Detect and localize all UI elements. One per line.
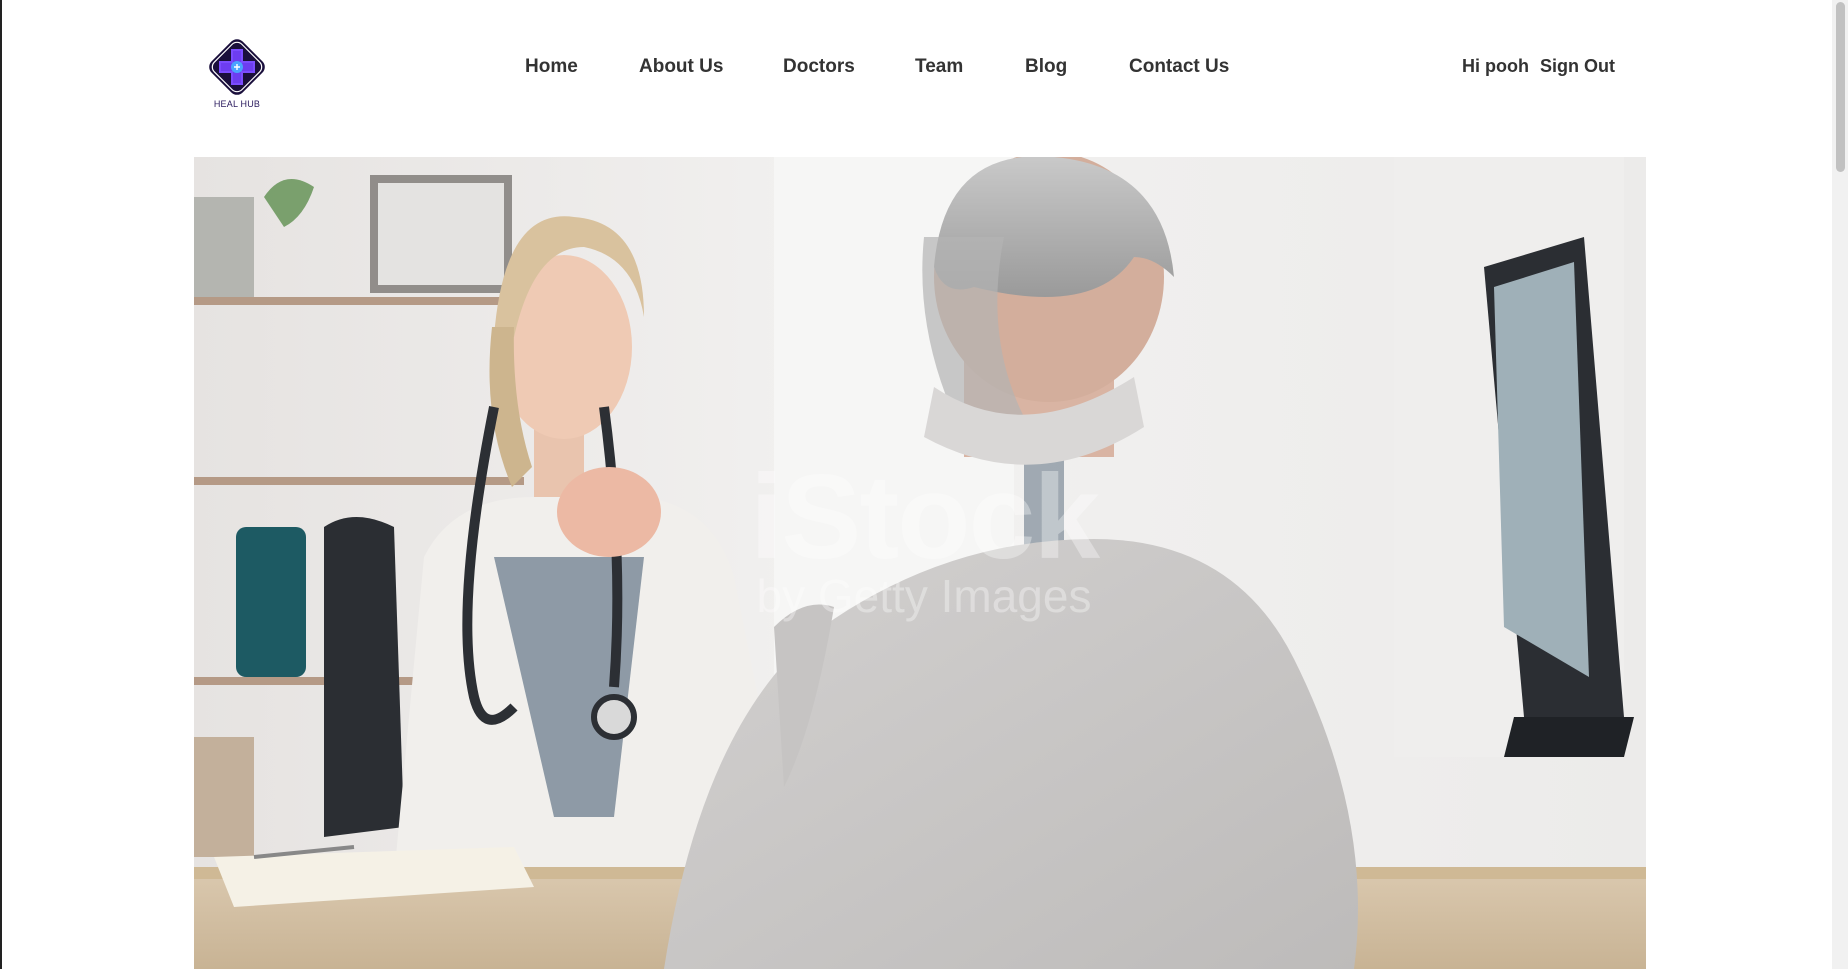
logo-mark-icon [209, 39, 265, 95]
nav-blog[interactable]: Blog [1025, 56, 1067, 78]
hero-illustration [194, 157, 1646, 969]
nav-team[interactable]: Team [915, 56, 963, 78]
hero-image: iStock by Getty Images [194, 157, 1646, 969]
heal-hub-logo[interactable]: HEAL HUB [203, 33, 271, 113]
logo-text: HEAL HUB [213, 99, 261, 109]
site-header: HEAL HUB Home About Us Doctors Team Blog… [2, 0, 1832, 157]
sign-out-link[interactable]: Sign Out [1540, 56, 1615, 77]
nav-doctors[interactable]: Doctors [783, 56, 855, 78]
page: HEAL HUB Home About Us Doctors Team Blog… [0, 0, 1848, 969]
scrollbar-thumb[interactable] [1836, 2, 1845, 172]
nav-home[interactable]: Home [525, 56, 578, 78]
user-greeting: Hi pooh [1462, 56, 1529, 76]
nav-contact-us[interactable]: Contact Us [1129, 56, 1229, 78]
vertical-scrollbar[interactable] [1832, 0, 1848, 969]
nav-about-us[interactable]: About Us [639, 56, 723, 78]
